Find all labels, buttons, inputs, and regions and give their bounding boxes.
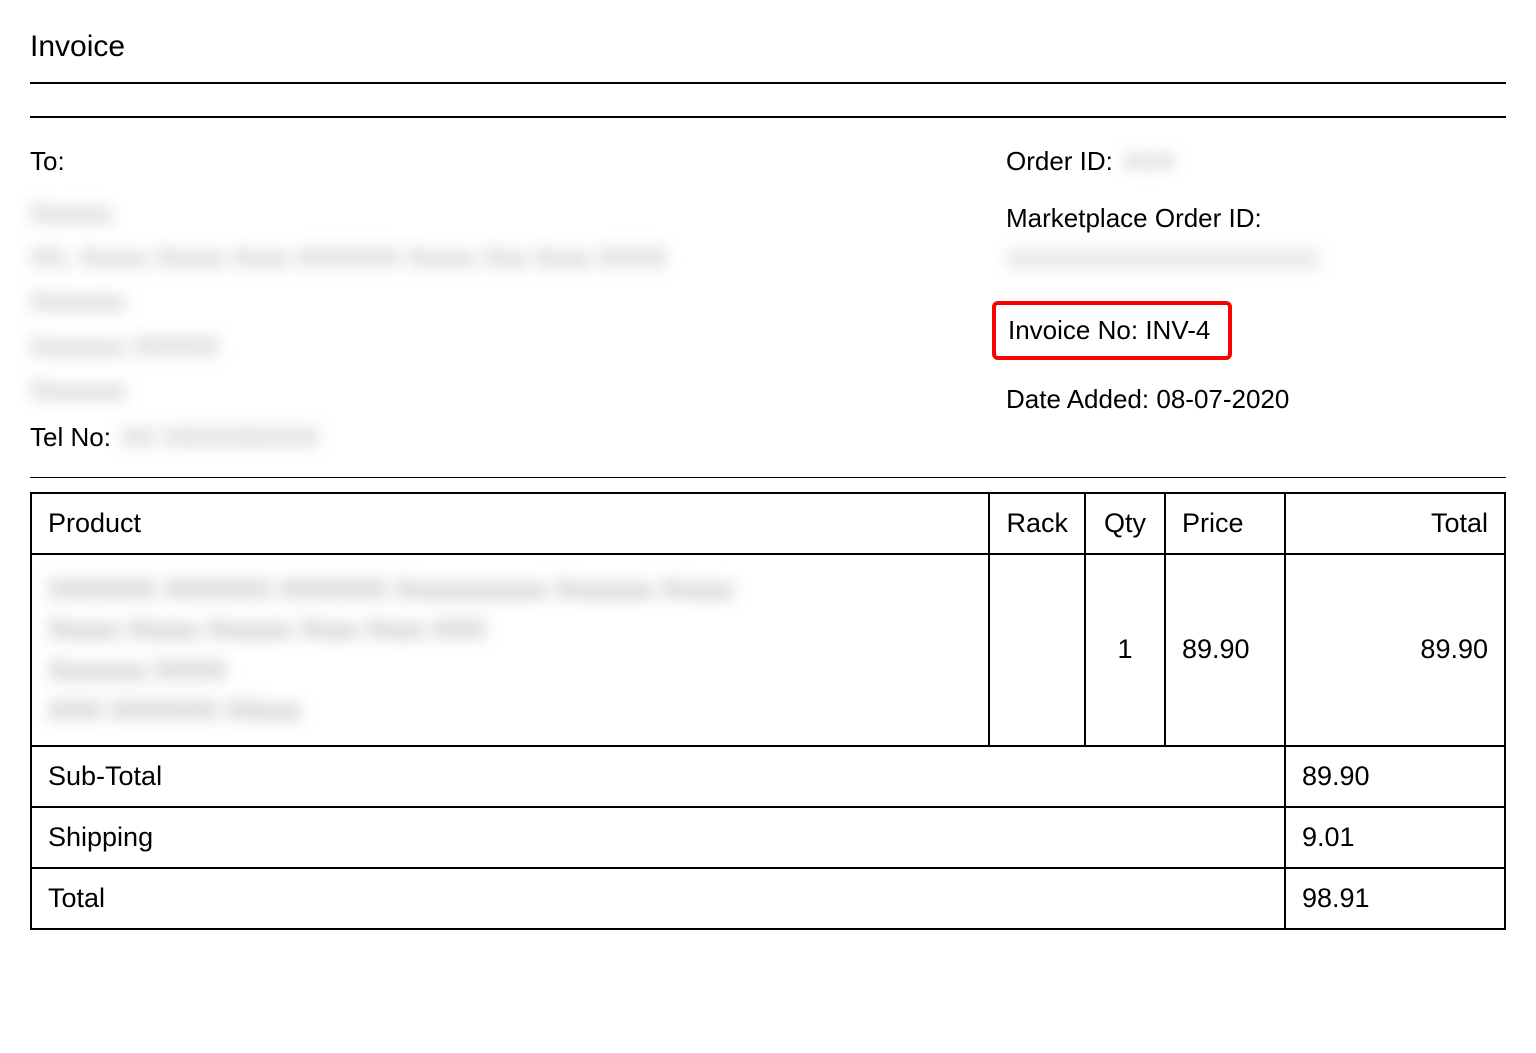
order-id-value-redacted: XXX bbox=[1123, 146, 1175, 177]
date-added-field: Date Added: 08-07-2020 bbox=[1006, 384, 1506, 415]
invoice-no-label: Invoice No: bbox=[1008, 315, 1138, 345]
subtotal-label: Sub-Total bbox=[31, 746, 1285, 807]
summary-row-subtotal: Sub-Total 89.90 bbox=[31, 746, 1505, 807]
table-header-row: Product Rack Qty Price Total bbox=[31, 493, 1505, 554]
recipient-address-redacted: Xxxxxx XX, Xxxxx Xxxxx Xxxx XXXXXX Xxxxx… bbox=[30, 191, 966, 412]
summary-row-shipping: Shipping 9.01 bbox=[31, 807, 1505, 868]
table-row: XXXXXX XXXXXX XXXXXX Xxxxxxxxxxx Xxxxxxx… bbox=[31, 554, 1505, 746]
invoice-no-value: INV-4 bbox=[1145, 315, 1210, 345]
order-id-field: Order ID: XXX bbox=[1006, 146, 1506, 177]
col-rack: Rack bbox=[989, 493, 1085, 554]
shipping-label: Shipping bbox=[31, 807, 1285, 868]
recipient-block: To: Xxxxxx XX, Xxxxx Xxxxx Xxxx XXXXXX X… bbox=[30, 146, 1006, 453]
summary-row-total: Total 98.91 bbox=[31, 868, 1505, 929]
marketplace-order-id-field: Marketplace Order ID: XXXXXXXXXXXXXXXXXX bbox=[1006, 203, 1506, 275]
price-cell: 89.90 bbox=[1165, 554, 1285, 746]
tel-label: Tel No: bbox=[30, 422, 111, 453]
order-id-label: Order ID: bbox=[1006, 146, 1113, 177]
total-value: 98.91 bbox=[1285, 868, 1505, 929]
col-product: Product bbox=[31, 493, 989, 554]
info-row: To: Xxxxxx XX, Xxxxx Xxxxx Xxxx XXXXXX X… bbox=[30, 118, 1506, 477]
rule-above-table bbox=[30, 477, 1506, 478]
rule-top-1 bbox=[30, 82, 1506, 84]
date-added-label: Date Added: bbox=[1006, 384, 1149, 414]
tel-row: Tel No: XX XXXXXXXXX bbox=[30, 422, 966, 453]
tel-value-redacted: XX XXXXXXXXX bbox=[121, 422, 319, 453]
product-cell: XXXXXX XXXXXX XXXXXX Xxxxxxxxxxx Xxxxxxx… bbox=[31, 554, 989, 746]
rack-cell bbox=[989, 554, 1085, 746]
product-name-redacted: XXXXXX XXXXXX XXXXXX Xxxxxxxxxxx Xxxxxxx… bbox=[48, 569, 972, 731]
line-items-table: Product Rack Qty Price Total XXXXXX XXXX… bbox=[30, 492, 1506, 930]
to-label: To: bbox=[30, 146, 966, 177]
col-total: Total bbox=[1285, 493, 1505, 554]
page-title: Invoice bbox=[30, 30, 1506, 64]
col-qty: Qty bbox=[1085, 493, 1165, 554]
qty-cell: 1 bbox=[1085, 554, 1165, 746]
date-added-value: 08-07-2020 bbox=[1156, 384, 1289, 414]
marketplace-order-id-value-redacted: XXXXXXXXXXXXXXXXXX bbox=[1006, 244, 1506, 275]
line-total-cell: 89.90 bbox=[1285, 554, 1505, 746]
subtotal-value: 89.90 bbox=[1285, 746, 1505, 807]
marketplace-order-id-label: Marketplace Order ID: bbox=[1006, 203, 1262, 233]
shipping-value: 9.01 bbox=[1285, 807, 1505, 868]
total-label: Total bbox=[31, 868, 1285, 929]
order-meta-block: Order ID: XXX Marketplace Order ID: XXXX… bbox=[1006, 146, 1506, 453]
invoice-no-highlight: Invoice No: INV-4 bbox=[992, 301, 1232, 360]
col-price: Price bbox=[1165, 493, 1285, 554]
